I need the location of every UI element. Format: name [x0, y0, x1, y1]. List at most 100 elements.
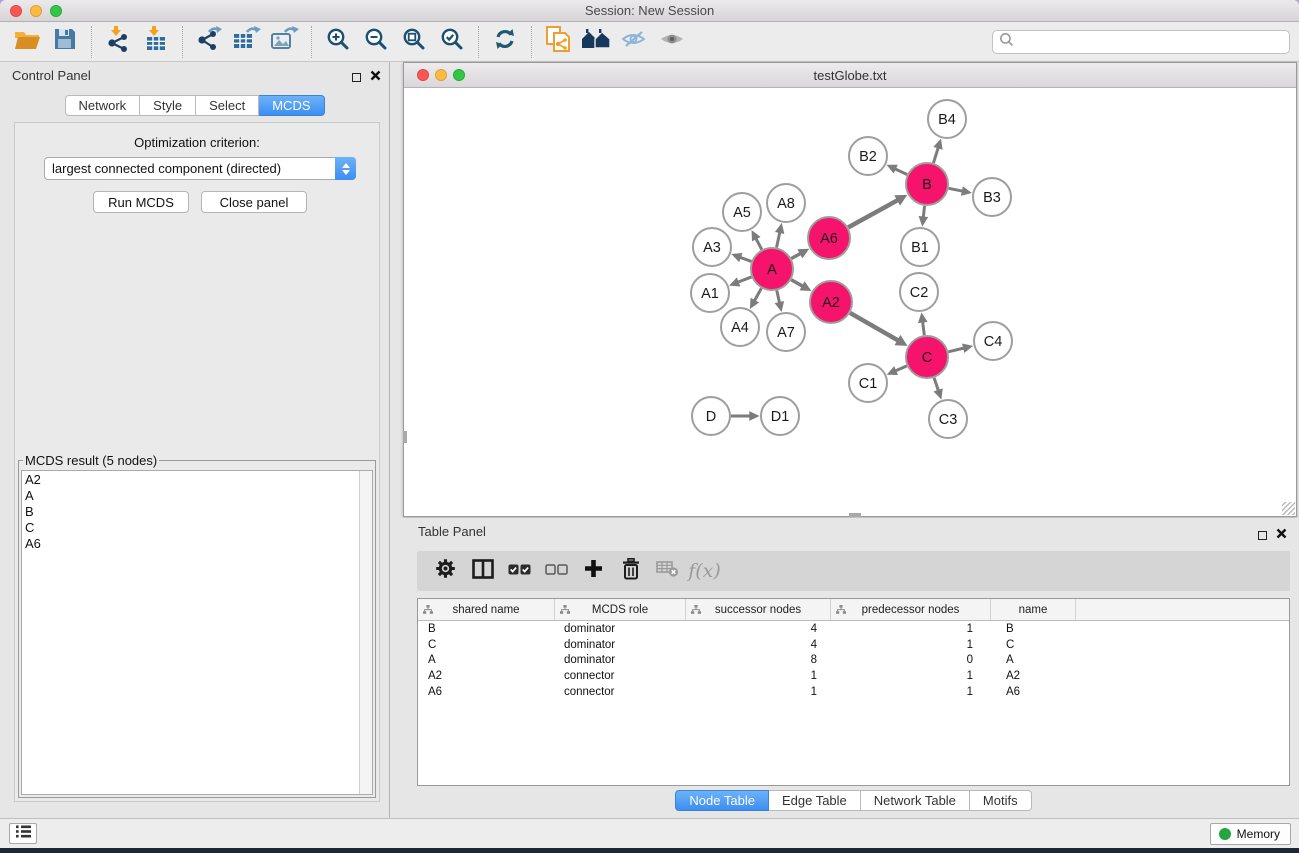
- zoom-out-button[interactable]: [357, 25, 395, 59]
- import-table-button[interactable]: [137, 25, 175, 59]
- table-cell[interactable]: 4: [686, 639, 831, 651]
- network-zoom-button[interactable]: [453, 69, 465, 81]
- tab-network[interactable]: Network: [64, 95, 140, 116]
- table-cell[interactable]: A2: [418, 670, 555, 682]
- graph-edge[interactable]: [948, 348, 964, 352]
- graph-edge[interactable]: [850, 313, 898, 341]
- graph-edge[interactable]: [777, 232, 780, 247]
- graph-edge[interactable]: [895, 366, 907, 371]
- column-header[interactable]: shared name: [418, 599, 555, 620]
- result-list-item[interactable]: A2: [25, 472, 372, 488]
- network-window-titlebar[interactable]: testGlobe.txt: [404, 63, 1296, 88]
- close-panel-icon[interactable]: [370, 68, 381, 86]
- result-list-item[interactable]: A: [25, 488, 372, 504]
- table-cell[interactable]: A6: [991, 686, 1076, 698]
- search-field[interactable]: [992, 30, 1290, 54]
- graph-edge[interactable]: [756, 238, 762, 249]
- table-cell[interactable]: dominator: [555, 623, 686, 635]
- tab-style[interactable]: Style: [140, 95, 196, 116]
- table-cell[interactable]: connector: [555, 670, 686, 682]
- import-network-button[interactable]: [99, 25, 137, 59]
- minimize-window-button[interactable]: [30, 5, 42, 17]
- export-table-button[interactable]: [228, 25, 266, 59]
- open-session-button[interactable]: [8, 25, 46, 59]
- zoom-window-button[interactable]: [50, 5, 62, 17]
- result-list-item[interactable]: C: [25, 520, 372, 536]
- table-cell[interactable]: dominator: [555, 654, 686, 666]
- split-table-button[interactable]: [464, 555, 501, 587]
- tab-edge-table[interactable]: Edge Table: [769, 790, 861, 811]
- table-cell[interactable]: B: [991, 623, 1076, 635]
- graph-edge[interactable]: [923, 206, 924, 218]
- column-header[interactable]: name: [991, 599, 1076, 620]
- table-cell[interactable]: A6: [418, 686, 555, 698]
- table-cell[interactable]: 4: [686, 623, 831, 635]
- search-input[interactable]: [1014, 35, 1289, 49]
- graph-edge[interactable]: [933, 147, 938, 163]
- network-close-button[interactable]: [417, 69, 429, 81]
- duplicate-network-button[interactable]: [539, 25, 577, 59]
- run-mcds-button[interactable]: Run MCDS: [93, 191, 189, 213]
- close-window-button[interactable]: [10, 5, 22, 17]
- graph-edge[interactable]: [740, 257, 751, 261]
- memory-button[interactable]: Memory: [1210, 823, 1291, 845]
- column-header[interactable]: successor nodes: [686, 599, 831, 620]
- window-titlebar[interactable]: Session: New Session: [0, 0, 1299, 22]
- table-cell[interactable]: 1: [686, 686, 831, 698]
- float-panel-icon[interactable]: [352, 73, 361, 82]
- zoom-selected-button[interactable]: [433, 25, 471, 59]
- table-cell[interactable]: connector: [555, 686, 686, 698]
- table-cell[interactable]: 1: [831, 639, 991, 651]
- criterion-dropdown[interactable]: largest connected component (directed): [44, 157, 356, 180]
- graph-edge[interactable]: [949, 188, 963, 191]
- table-cell[interactable]: A: [418, 654, 555, 666]
- graph-edge[interactable]: [777, 290, 780, 303]
- table-cell[interactable]: 0: [831, 654, 991, 666]
- function-builder-button[interactable]: f(x): [686, 555, 723, 587]
- delete-columns-button[interactable]: [612, 555, 649, 587]
- table-cell[interactable]: C: [418, 639, 555, 651]
- deselect-all-columns-button[interactable]: [538, 555, 575, 587]
- table-cell[interactable]: 1: [831, 623, 991, 635]
- delete-table-button[interactable]: [649, 555, 686, 587]
- table-cell[interactable]: dominator: [555, 639, 686, 651]
- table-settings-button[interactable]: [427, 555, 464, 587]
- result-list-item[interactable]: A6: [25, 536, 372, 552]
- close-table-panel-icon[interactable]: [1276, 526, 1287, 544]
- create-column-button[interactable]: [575, 555, 612, 587]
- graph-edge[interactable]: [754, 288, 761, 301]
- network-minimize-button[interactable]: [435, 69, 447, 81]
- splitter-grip[interactable]: [403, 431, 407, 443]
- table-row[interactable]: A6connector11A6: [418, 684, 1289, 700]
- export-image-button[interactable]: [266, 25, 304, 59]
- float-table-panel-icon[interactable]: [1258, 531, 1267, 540]
- table-cell[interactable]: 1: [831, 686, 991, 698]
- resize-handle-icon[interactable]: [1282, 502, 1295, 515]
- result-list-item[interactable]: B: [25, 504, 372, 520]
- tab-network-table[interactable]: Network Table: [861, 790, 970, 811]
- graph-edge[interactable]: [791, 253, 800, 258]
- table-row[interactable]: A2connector11A2: [418, 668, 1289, 684]
- graph-edge[interactable]: [934, 378, 938, 391]
- select-all-columns-button[interactable]: [501, 555, 538, 587]
- graph-edge[interactable]: [895, 169, 907, 175]
- table-cell[interactable]: 1: [831, 670, 991, 682]
- table-cell[interactable]: 8: [686, 654, 831, 666]
- export-network-button[interactable]: [190, 25, 228, 59]
- tab-select[interactable]: Select: [196, 95, 259, 116]
- table-cell[interactable]: A: [991, 654, 1076, 666]
- table-row[interactable]: Adominator80A: [418, 652, 1289, 668]
- graph-edge[interactable]: [738, 277, 752, 282]
- zoom-in-button[interactable]: [319, 25, 357, 59]
- column-header[interactable]: predecessor nodes: [831, 599, 991, 620]
- column-header[interactable]: MCDS role: [555, 599, 686, 620]
- graph-edge[interactable]: [791, 280, 803, 287]
- table-cell[interactable]: C: [991, 639, 1076, 651]
- table-cell[interactable]: A2: [991, 670, 1076, 682]
- save-session-button[interactable]: [46, 25, 84, 59]
- apply-layout-button[interactable]: [486, 25, 524, 59]
- network-canvas[interactable]: B4B2BB3A5A8A6A3B1AA1C2A2A4A7C4CC1C3DD1: [405, 88, 1295, 515]
- table-row[interactable]: Bdominator41B: [418, 621, 1289, 637]
- table-row[interactable]: Cdominator41C: [418, 637, 1289, 653]
- mcds-result-list[interactable]: A2ABCA6: [21, 470, 373, 795]
